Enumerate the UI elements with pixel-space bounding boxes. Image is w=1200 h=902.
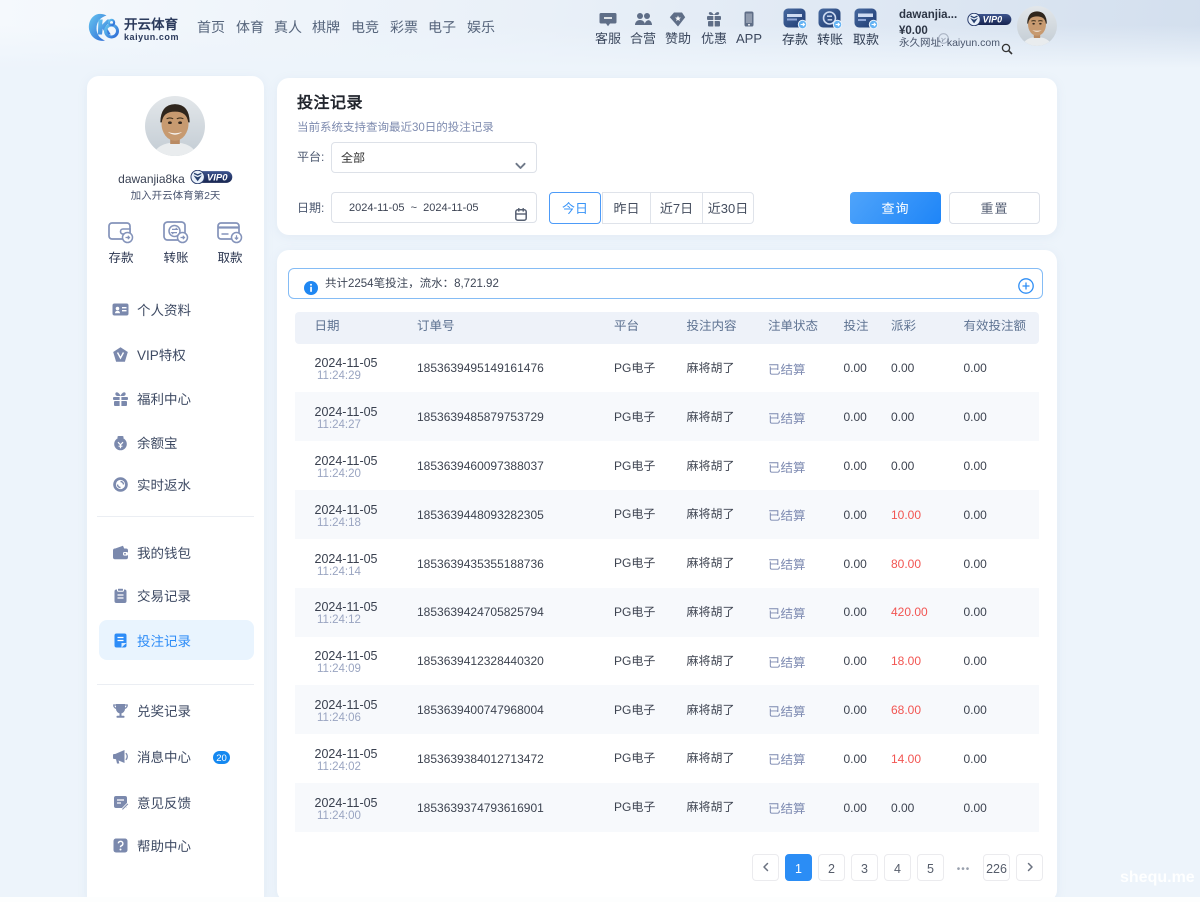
svg-text:VIP0: VIP0 <box>207 172 228 183</box>
svg-text:VIP0: VIP0 <box>983 15 1003 25</box>
